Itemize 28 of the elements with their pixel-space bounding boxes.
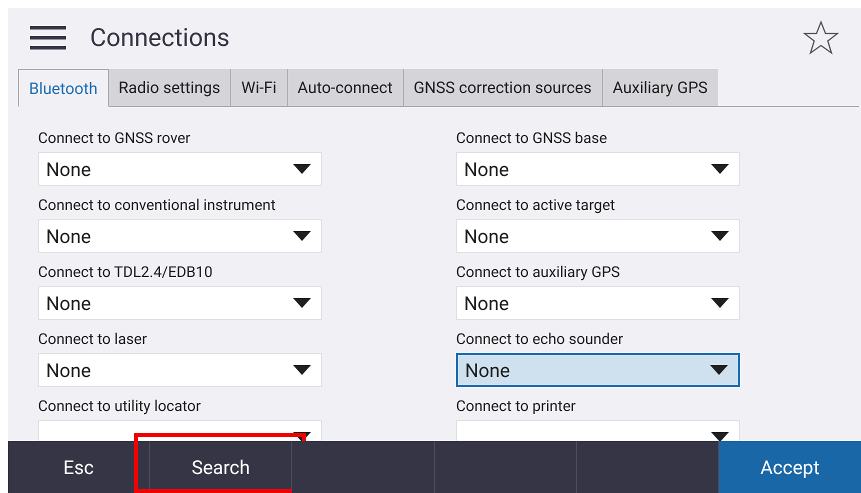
dropdown[interactable]: None [38,219,322,253]
screen-title: Connections [90,24,231,52]
field-label: Connect to utility locator [38,397,202,415]
dropdown[interactable]: None [38,152,322,186]
tab[interactable]: Radio settings [108,69,230,106]
tab[interactable]: Auto-connect [286,69,403,106]
menu-icon[interactable] [30,25,66,51]
tab[interactable]: GNSS correction sources [402,69,602,106]
dropdown[interactable]: None [38,286,322,320]
star-icon[interactable] [803,20,839,56]
field-label: Connect to echo sounder [456,330,624,348]
field-label: Connect to active target [456,196,616,214]
field-label: Connect to printer [456,397,577,415]
dropdown[interactable]: None [456,353,740,387]
tab[interactable]: Wi-Fi [230,69,287,106]
dropdown[interactable]: None [456,286,740,320]
field-label: Connect to GNSS base [456,129,608,147]
field-label: Connect to GNSS rover [38,129,192,147]
field-label: Connect to TDL2.4/EDB10 [38,263,214,281]
dropdown[interactable]: None [456,152,740,186]
field-label: Connect to laser [38,330,148,348]
accept-button[interactable]: Accept [718,441,861,493]
dropdown[interactable]: None [38,353,322,387]
dropdown[interactable]: None [456,219,740,253]
field-label: Connect to auxiliary GPS [456,263,621,281]
tab[interactable]: Auxiliary GPS [602,69,718,106]
tab[interactable]: Bluetooth [18,69,109,107]
field-label: Connect to conventional instrument [38,196,277,214]
